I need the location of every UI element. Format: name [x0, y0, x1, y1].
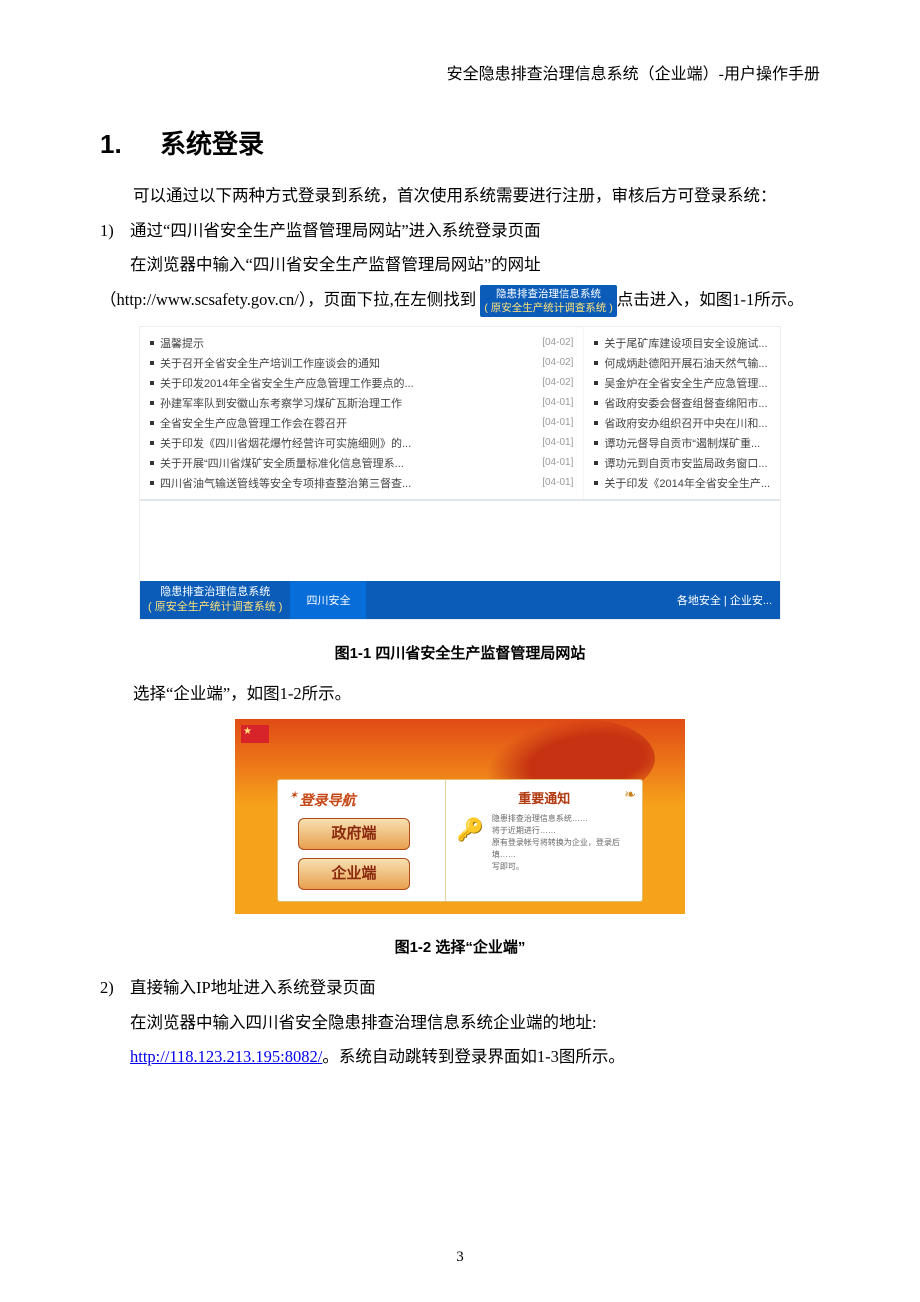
sparkle-icon: ✶	[290, 790, 298, 801]
bar-badge-line1: 隐患排查治理信息系统	[160, 585, 270, 599]
direct-ip-link[interactable]: http://118.123.213.195:8082/	[130, 1047, 322, 1066]
intro-paragraph: 可以通过以下两种方式登录到系统，首次使用系统需要进行注册，审核后方可登录系统：	[100, 179, 820, 214]
screenshot-website: 温馨提示[04-02]关于召开全省安全生产培训工作座谈会的通知[04-02]关于…	[139, 326, 781, 620]
login-nav-pane: ✶登录导航 政府端 企业端	[278, 780, 445, 901]
news-item[interactable]: 关于尾矿库建设项目安全设施试...	[594, 333, 770, 353]
heading-text: 系统登录	[160, 129, 264, 159]
news-item[interactable]: 关于印发《四川省烟花爆竹经营许可实施细则》的...[04-01]	[150, 433, 573, 453]
bar-right-links[interactable]: 各地安全 | 企业安...	[669, 581, 780, 619]
news-list-right: 关于尾矿库建设项目安全设施试...何成炳赴德阳开展石油天然气输...吴金炉在全省…	[584, 327, 780, 499]
notice-body: 隐患排查治理信息系统…… 将于近期进行…… 原有登录帐号将转换为企业，登录后填……	[492, 813, 632, 873]
news-item[interactable]: 省政府安办组织召开中央在川和...	[594, 413, 770, 433]
login-nav-title: ✶登录导航	[290, 790, 433, 810]
choose-enterprise-text: 选择“企业端”，如图1-2所示。	[100, 677, 820, 712]
method-2-line2: http://118.123.213.195:8082/。系统自动跳转到登录界面…	[130, 1040, 820, 1075]
news-item[interactable]: 关于印发《2014年全省安全生产...	[594, 473, 770, 493]
bar-system-badge[interactable]: 隐患排查治理信息系统 ( 原安全生产统计调查系统 )	[140, 581, 290, 619]
news-item[interactable]: 全省安全生产应急管理工作会在蓉召开[04-01]	[150, 413, 573, 433]
bottom-nav-bar: 隐患排查治理信息系统 ( 原安全生产统计调查系统 ) 四川安全 各地安全 | 企…	[140, 581, 780, 619]
badge-line1: 隐患排查治理信息系统	[496, 288, 601, 300]
method-2-tail: 。系统自动跳转到登录界面如1-3图所示。	[322, 1047, 625, 1066]
method-1-line1: 在浏览器中输入“四川省安全生产监督管理局网站”的网址	[130, 248, 820, 283]
news-item[interactable]: 温馨提示[04-02]	[150, 333, 573, 353]
page-number: 3	[0, 1249, 920, 1266]
after-badge-text: 点击进入，如图1-1所示。	[617, 290, 804, 309]
news-item[interactable]: 吴金炉在全省安全生产应急管理...	[594, 373, 770, 393]
badge-line2: ( 原安全生产统计调查系统 )	[484, 302, 612, 314]
flag-icon	[241, 725, 269, 743]
method-1: 1) 通过“四川省安全生产监督管理局网站”进入系统登录页面 在浏览器中输入“四川…	[100, 214, 820, 283]
bar-mid-tab[interactable]: 四川安全	[290, 581, 366, 619]
news-item[interactable]: 关于开展“四川省煤矿安全质量标准化信息管理系...[04-01]	[150, 453, 573, 473]
figure-caption-2: 图1-2 选择“企业端”	[100, 936, 820, 957]
notice-title: 重要通知	[456, 788, 632, 807]
news-item[interactable]: 谭功元到自贡市安监局政务窗口...	[594, 453, 770, 473]
notice-pane: ❧ 重要通知 🔑 隐患排查治理信息系统…… 将于近期进行…… 原有登录帐号将转换…	[445, 780, 642, 901]
news-item[interactable]: 何成炳赴德阳开展石油天然气输...	[594, 353, 770, 373]
news-item[interactable]: 关于印发2014年全省安全生产应急管理工作要点的...[04-02]	[150, 373, 573, 393]
list-number: 2)	[100, 971, 130, 1006]
method-1-line2: （http://www.scsafety.gov.cn/），页面下拉,在左侧找到…	[100, 283, 820, 318]
method-2-line1: 在浏览器中输入四川省安全隐患排查治理信息系统企业端的地址:	[130, 1006, 820, 1041]
bar-badge-line2: ( 原安全生产统计调查系统 )	[148, 600, 282, 614]
system-badge[interactable]: 隐患排查治理信息系统 ( 原安全生产统计调查系统 )	[480, 285, 616, 317]
screenshot-portal: ✶登录导航 政府端 企业端 ❧ 重要通知 🔑 隐患排查治理信息系统…… 将于近期…	[235, 719, 685, 914]
key-icon: 🔑	[456, 813, 483, 873]
enterprise-portal-button[interactable]: 企业端	[298, 858, 410, 890]
heading-1: 1.系统登录	[100, 124, 820, 161]
figure-caption-1: 图1-1 四川省安全生产监督管理局网站	[100, 642, 820, 663]
login-panel: ✶登录导航 政府端 企业端 ❧ 重要通知 🔑 隐患排查治理信息系统…… 将于近期…	[277, 779, 643, 902]
leaf-icon: ❧	[624, 786, 636, 803]
method-1-title: 通过“四川省安全生产监督管理局网站”进入系统登录页面	[130, 214, 820, 249]
news-item[interactable]: 谭功元督导自贡市“遏制煤矿重...	[594, 433, 770, 453]
method-2: 2) 直接输入IP地址进入系统登录页面 在浏览器中输入四川省安全隐患排查治理信息…	[100, 971, 820, 1075]
heading-number: 1.	[100, 129, 160, 160]
page: 安全隐患排查治理信息系统（企业端）-用户操作手册 1.系统登录 可以通过以下两种…	[0, 0, 920, 1302]
news-item[interactable]: 关于召开全省安全生产培训工作座谈会的通知[04-02]	[150, 353, 573, 373]
running-header: 安全隐患排查治理信息系统（企业端）-用户操作手册	[100, 60, 820, 84]
list-number: 1)	[100, 214, 130, 249]
url-fragment: （http://www.scsafety.gov.cn/），页面下拉,在左侧找到	[100, 290, 476, 309]
news-list-left: 温馨提示[04-02]关于召开全省安全生产培训工作座谈会的通知[04-02]关于…	[140, 327, 584, 499]
gov-portal-button[interactable]: 政府端	[298, 818, 410, 850]
news-item[interactable]: 孙建军率队到安徽山东考察学习煤矿瓦斯治理工作[04-01]	[150, 393, 573, 413]
news-item[interactable]: 四川省油气输送管线等安全专项排查整治第三督查...[04-01]	[150, 473, 573, 493]
method-2-title: 直接输入IP地址进入系统登录页面	[130, 971, 820, 1006]
news-item[interactable]: 省政府安委会督查组督查绵阳市...	[594, 393, 770, 413]
